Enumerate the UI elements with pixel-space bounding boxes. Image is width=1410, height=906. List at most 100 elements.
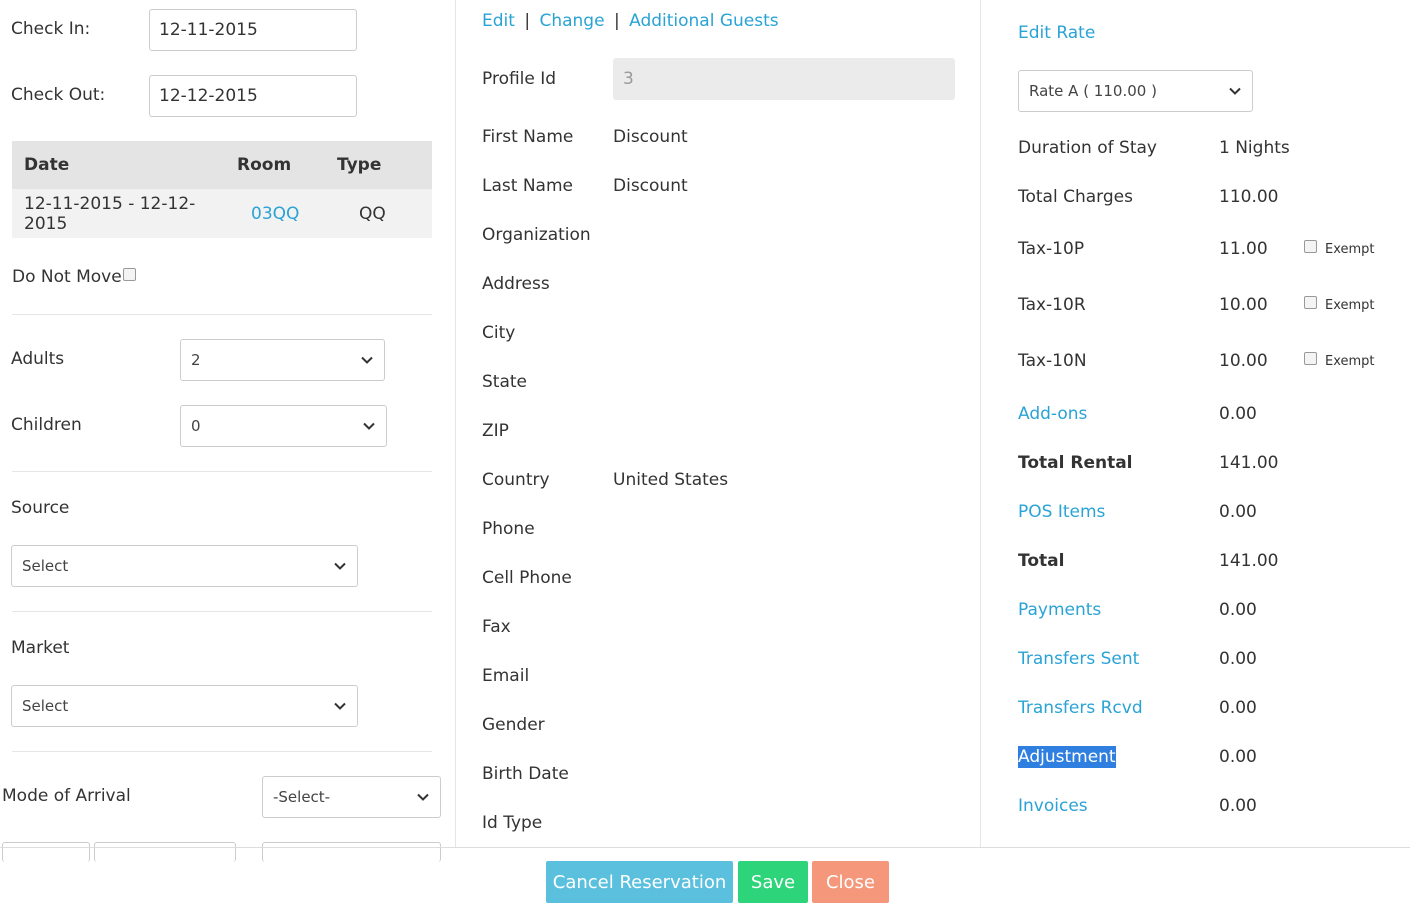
profile-id-field: 3 [613,58,955,100]
rate-value: Rate A ( 110.00 ) [1029,82,1157,100]
transfers-rcvd-value: 0.00 [1219,698,1257,718]
adults-select[interactable]: 2 [180,339,385,381]
do-not-move-checkbox[interactable] [123,268,136,281]
separator: | [613,11,620,31]
change-guest-link[interactable]: Change [539,11,604,31]
tax-label: Tax-10R [1018,295,1086,315]
divider [12,611,432,612]
guest-actions: Edit | Change | Additional Guests [482,11,779,31]
payments-link[interactable]: Payments [1018,600,1101,620]
tax-value: 10.00 [1219,295,1268,315]
edit-rate-link[interactable]: Edit Rate [1018,23,1095,43]
chevron-down-icon [363,422,375,430]
chevron-down-icon [361,356,373,364]
guest-field-label: Gender [482,715,545,735]
arrival-detail-input[interactable] [262,842,441,862]
guest-field-label: State [482,372,527,392]
adults-value: 2 [191,351,201,369]
additional-guests-link[interactable]: Additional Guests [629,11,779,31]
mode-of-arrival-label: Mode of Arrival [2,786,131,806]
total-charges-value: 110.00 [1219,187,1279,207]
source-select[interactable]: Select [11,545,358,587]
guest-field-label: Phone [482,519,535,539]
divider [12,471,432,472]
total-rental-label: Total Rental [1018,453,1133,473]
tax-label: Tax-10P [1018,239,1085,259]
market-select[interactable]: Select [11,685,358,727]
do-not-move-label: Do Not Move [12,267,122,287]
chevron-down-icon [1229,87,1241,95]
check-in-value: 12-11-2015 [159,20,258,40]
total-charges-label: Total Charges [1018,187,1133,207]
mode-of-arrival-select[interactable]: -Select- [262,776,441,818]
invoices-value: 0.00 [1219,796,1257,816]
guest-field-label: Fax [482,617,511,637]
arrival-detail-input[interactable] [94,842,236,862]
pos-items-link[interactable]: POS Items [1018,502,1105,522]
source-label: Source [11,498,70,518]
guest-field-label: Organization [482,225,591,245]
transfers-sent-link[interactable]: Transfers Sent [1018,649,1139,669]
adults-label: Adults [11,349,65,369]
column-header-room: Room [237,141,337,189]
chevron-down-icon [417,793,429,801]
tax-exempt-checkbox[interactable] [1304,352,1317,365]
tax-exempt-checkbox[interactable] [1304,296,1317,309]
tax-label: Tax-10N [1018,351,1087,371]
guest-field-label: Email [482,666,530,686]
room-table: Date Room Type 12-11-2015 - 12-12-2015 0… [12,141,432,238]
duration-value: 1 Nights [1219,138,1290,158]
pos-items-value: 0.00 [1219,502,1257,522]
transfers-sent-value: 0.00 [1219,649,1257,669]
divider [12,314,432,315]
guest-field-label: Cell Phone [482,568,572,588]
total-rental-value: 141.00 [1219,453,1279,473]
payments-value: 0.00 [1219,600,1257,620]
chevron-down-icon [334,702,346,710]
mode-of-arrival-value: -Select- [273,788,331,806]
profile-id-value: 3 [623,69,634,89]
adjustment-link[interactable]: Adjustment [1018,746,1116,768]
cancel-reservation-button[interactable]: Cancel Reservation [546,861,733,903]
guest-field-label: Country [482,470,550,490]
save-button[interactable]: Save [738,861,808,903]
market-label: Market [11,638,70,658]
invoices-link[interactable]: Invoices [1018,796,1088,816]
source-value: Select [22,557,69,575]
check-out-value: 12-12-2015 [159,86,258,106]
edit-guest-link[interactable]: Edit [482,11,515,31]
duration-label: Duration of Stay [1018,138,1157,158]
children-select[interactable]: 0 [180,405,387,447]
market-value: Select [22,697,69,715]
transfers-rcvd-link[interactable]: Transfers Rcvd [1018,698,1143,718]
room-table-header: Date Room Type [12,141,432,189]
footer-divider [0,847,1410,848]
tax-exempt-label: Exempt [1325,354,1375,369]
table-row: 12-11-2015 - 12-12-2015 03QQ QQ [12,189,432,238]
guest-field-value: Discount [613,176,688,196]
column-divider [980,0,981,847]
profile-id-label: Profile Id [482,69,557,89]
tax-exempt-checkbox[interactable] [1304,240,1317,253]
guest-field-label: Last Name [482,176,573,196]
divider [12,751,432,752]
guest-field-value: United States [613,470,729,490]
check-out-input[interactable]: 12-12-2015 [149,75,357,117]
tax-value: 10.00 [1219,351,1268,371]
check-in-label: Check In: [11,19,91,39]
room-date-cell: 12-11-2015 - 12-12-2015 [12,189,237,238]
tax-value: 11.00 [1219,239,1268,259]
guest-field-label: ZIP [482,421,509,441]
check-in-input[interactable]: 12-11-2015 [149,9,357,51]
column-header-type: Type [337,141,432,189]
close-button[interactable]: Close [812,861,889,903]
guest-field-value: Discount [613,127,688,147]
addons-link[interactable]: Add-ons [1018,404,1087,424]
room-type-cell: QQ [337,189,432,238]
rate-select[interactable]: Rate A ( 110.00 ) [1018,70,1253,112]
guest-field-label: Birth Date [482,764,569,784]
addons-value: 0.00 [1219,404,1257,424]
room-link[interactable]: 03QQ [251,204,299,224]
arrival-detail-input[interactable] [2,842,90,862]
column-header-date: Date [12,141,237,189]
